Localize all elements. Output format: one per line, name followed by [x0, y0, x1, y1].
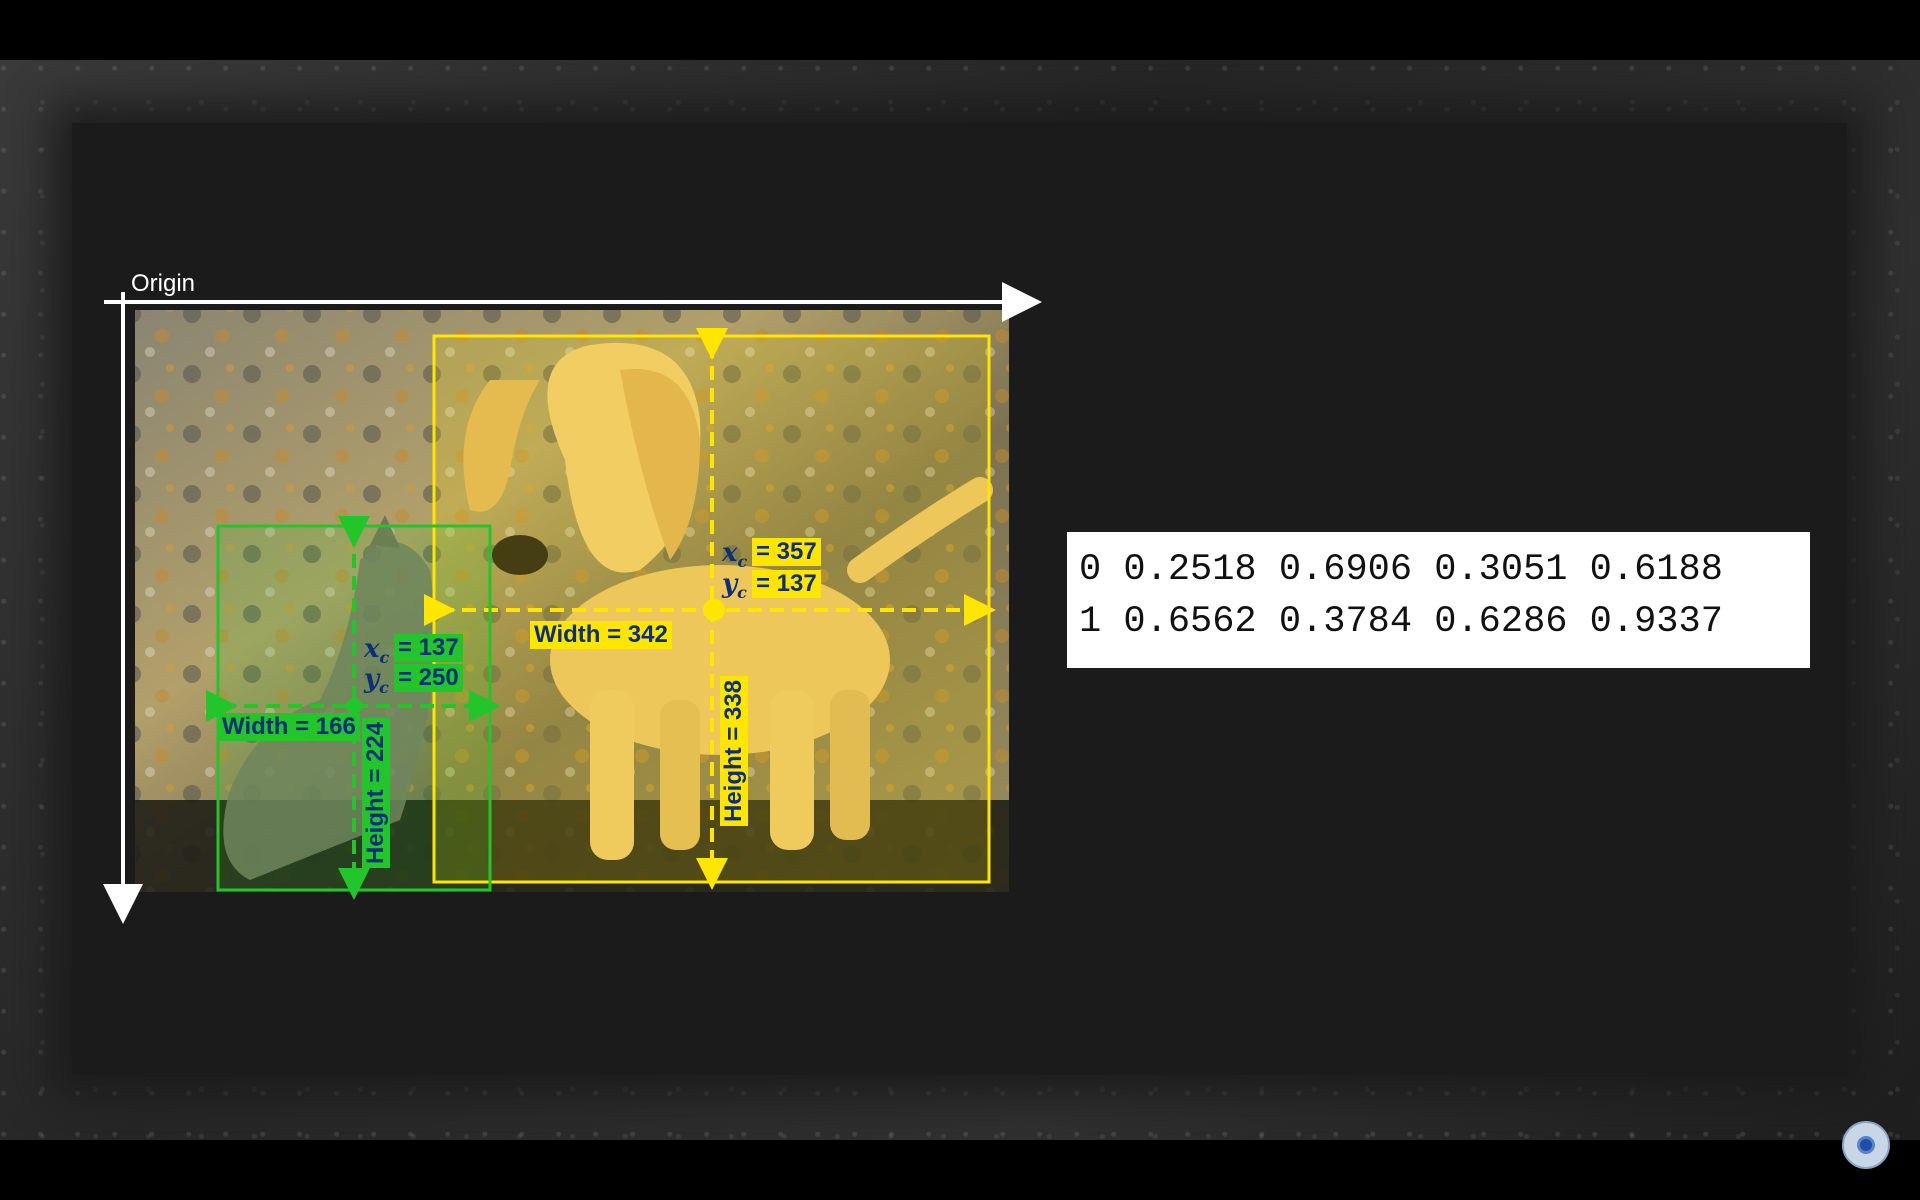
dog-width-label: Width = 342: [530, 621, 672, 649]
dog-yc-symbol: yc: [722, 569, 747, 603]
cat-xc-symbol: xc: [364, 634, 390, 668]
dog-yc-label: = 137: [752, 570, 821, 598]
cat-center-point: [346, 698, 362, 714]
annotation-line-0: 0 0.2518 0.6906 0.3051 0.6188: [1079, 549, 1723, 591]
dog-height-label: Height = 338: [720, 675, 748, 826]
dog-xc-label: = 357: [752, 538, 821, 566]
yolo-annotation-box: 0 0.2518 0.6906 0.3051 0.6188 1 0.6562 0…: [1067, 532, 1810, 668]
record-button-icon[interactable]: [1842, 1121, 1890, 1169]
dog-center-point: [703, 599, 725, 621]
cat-yc-label: = 250: [394, 664, 463, 692]
dog-xc-symbol: xc: [722, 538, 748, 572]
cat-width-label: Width = 166: [218, 713, 360, 741]
cat-height-label: Height = 224: [362, 717, 390, 868]
annotation-line-1: 1 0.6562 0.3784 0.6286 0.9337: [1079, 601, 1723, 643]
cat-yc-symbol: yc: [364, 664, 389, 698]
origin-label: Origin: [131, 270, 196, 297]
cat-xc-label: = 137: [394, 634, 463, 662]
